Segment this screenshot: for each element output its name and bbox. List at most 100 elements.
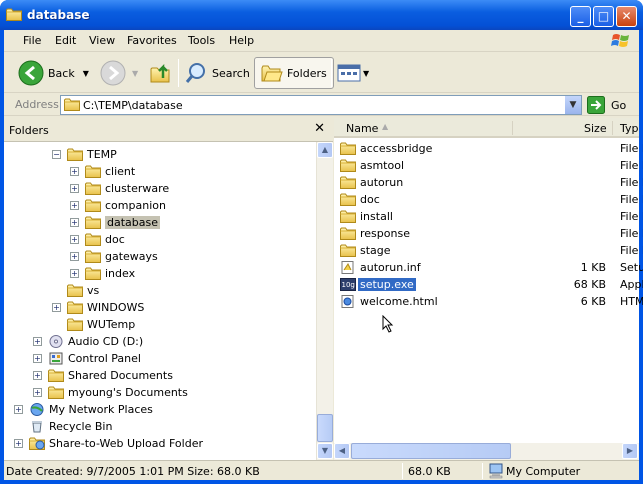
file-row-welcome-html[interactable]: welcome.html 6 KB HTM — [338, 293, 643, 310]
file-list-hscrollbar[interactable]: ◀ ▶ — [334, 443, 639, 460]
file-row-install[interactable]: install File F — [338, 208, 643, 225]
scroll-right-button[interactable]: ▶ — [622, 443, 638, 459]
file-row-asmtool[interactable]: asmtool File F — [338, 157, 643, 174]
tree-item-client[interactable]: + client — [70, 163, 135, 180]
maximize-button[interactable]: □ — [593, 6, 614, 27]
address-input[interactable]: C:\TEMP\database ▼ — [60, 95, 582, 115]
file-type: Appli — [620, 278, 643, 291]
menu-file[interactable]: File — [23, 34, 41, 47]
file-row-stage[interactable]: stage File F — [338, 242, 643, 259]
tree-item-share-to-web-upload-folder[interactable]: + Share-to-Web Upload Folder — [14, 435, 203, 452]
window-title: database — [27, 8, 90, 22]
file-row-setup-exe[interactable]: 10gsetup.exe 68 KB Appli — [338, 276, 643, 293]
tree-item-label: clusterware — [105, 182, 170, 195]
menu-tools[interactable]: Tools — [188, 34, 215, 47]
sort-ascending-icon: ▲ — [382, 122, 389, 131]
close-folders-pane-icon[interactable]: ✕ — [314, 121, 325, 136]
column-divider[interactable] — [512, 121, 513, 135]
folders-toggle-button[interactable]: Folders — [254, 57, 334, 89]
file-row-accessbridge[interactable]: accessbridge File F — [338, 140, 643, 157]
file-type: File F — [620, 210, 643, 223]
column-name[interactable]: Name — [346, 122, 378, 135]
expand-icon[interactable]: + — [70, 218, 79, 227]
tree-item-windows[interactable]: + WINDOWS — [52, 299, 144, 316]
menu-favorites[interactable]: Favorites — [127, 34, 177, 47]
folder-icon — [85, 250, 101, 263]
scroll-up-button[interactable]: ▲ — [317, 142, 333, 158]
folders-pane-title: Folders — [9, 124, 49, 137]
expand-icon[interactable]: + — [52, 303, 61, 312]
tree-item-label: doc — [105, 233, 125, 246]
status-bar: Date Created: 9/7/2005 1:01 PM Size: 68.… — [4, 460, 639, 480]
menu-edit[interactable]: Edit — [55, 34, 76, 47]
back-dropdown-icon[interactable]: ▼ — [83, 69, 89, 78]
close-button[interactable]: ✕ — [616, 6, 637, 27]
tree-item-audio-cd-d[interactable]: + Audio CD (D:) — [33, 333, 143, 350]
forward-dropdown-icon[interactable]: ▼ — [132, 69, 138, 78]
tree-item-temp[interactable]: − TEMP — [52, 146, 117, 163]
tree-item-control-panel[interactable]: + Control Panel — [33, 350, 141, 367]
expand-icon[interactable]: + — [14, 439, 23, 448]
file-row-response[interactable]: response File F — [338, 225, 643, 242]
views-button[interactable]: ▼ — [337, 57, 369, 89]
up-folder-button[interactable] — [149, 57, 173, 89]
tree-item-companion[interactable]: + companion — [70, 197, 166, 214]
back-button[interactable]: Back ▼ — [18, 57, 89, 89]
tree-item-my-network-places[interactable]: + My Network Places — [14, 401, 153, 418]
expand-icon[interactable]: + — [70, 167, 79, 176]
file-row-doc[interactable]: doc File F — [338, 191, 643, 208]
address-bar: Address C:\TEMP\database ▼ Go — [4, 94, 639, 116]
svg-text:10g: 10g — [342, 281, 355, 289]
tree-item-database[interactable]: + database — [70, 214, 160, 231]
expand-icon[interactable]: + — [70, 269, 79, 278]
tree-item-doc[interactable]: + doc — [70, 231, 125, 248]
expand-icon[interactable]: + — [33, 371, 42, 380]
menu-help[interactable]: Help — [229, 34, 254, 47]
file-row-autorun-inf[interactable]: autorun.inf 1 KB Setu — [338, 259, 643, 276]
tree-item-wutemp[interactable]: WUTemp — [52, 316, 135, 333]
title-bar[interactable]: database _ □ ✕ — [0, 0, 643, 30]
address-dropdown-button[interactable]: ▼ — [564, 96, 581, 114]
menu-view[interactable]: View — [89, 34, 115, 47]
scroll-left-button[interactable]: ◀ — [334, 443, 350, 459]
expand-icon[interactable]: + — [70, 235, 79, 244]
scroll-down-button[interactable]: ▼ — [317, 443, 333, 459]
my-computer-icon — [489, 463, 503, 479]
back-label: Back — [48, 66, 75, 80]
tree-item-myoung-s-documents[interactable]: + myoung's Documents — [33, 384, 188, 401]
tree-item-gateways[interactable]: + gateways — [70, 248, 158, 265]
tree-item-label: database — [105, 216, 160, 229]
folder-icon — [85, 165, 101, 178]
expand-icon[interactable]: + — [70, 184, 79, 193]
tree-item-recycle-bin[interactable]: Recycle Bin — [14, 418, 112, 435]
column-type[interactable]: Typ — [620, 122, 639, 135]
tree-item-index[interactable]: + index — [70, 265, 135, 282]
folder-icon — [85, 199, 101, 212]
file-type: File F — [620, 176, 643, 189]
tree-item-shared-documents[interactable]: + Shared Documents — [33, 367, 173, 384]
collapse-icon[interactable]: − — [52, 150, 61, 159]
expand-icon[interactable]: + — [70, 252, 79, 261]
expand-icon[interactable]: + — [33, 354, 42, 363]
go-button[interactable]: Go — [587, 96, 626, 114]
folder-icon — [48, 386, 64, 399]
file-row-autorun[interactable]: autorun File F — [338, 174, 643, 191]
expand-icon[interactable]: + — [70, 201, 79, 210]
forward-button[interactable]: ▼ — [100, 57, 138, 89]
folder-icon — [64, 98, 80, 111]
expand-icon[interactable]: + — [33, 388, 42, 397]
file-name: autorun — [360, 176, 404, 189]
hscroll-thumb[interactable] — [351, 443, 511, 459]
tree-item-vs[interactable]: vs — [52, 282, 99, 299]
folder-icon — [340, 176, 356, 189]
tree-item-clusterware[interactable]: + clusterware — [70, 180, 169, 197]
minimize-button[interactable]: _ — [570, 6, 591, 27]
scroll-thumb[interactable] — [317, 414, 333, 442]
column-divider[interactable] — [612, 121, 613, 135]
folder-icon — [85, 216, 101, 229]
expand-icon[interactable]: + — [14, 405, 23, 414]
search-button[interactable]: Search — [184, 57, 250, 89]
column-size[interactable]: Size — [584, 122, 607, 135]
folder-tree-scrollbar[interactable]: ▲ ▼ — [316, 142, 333, 460]
expand-icon[interactable]: + — [33, 337, 42, 346]
